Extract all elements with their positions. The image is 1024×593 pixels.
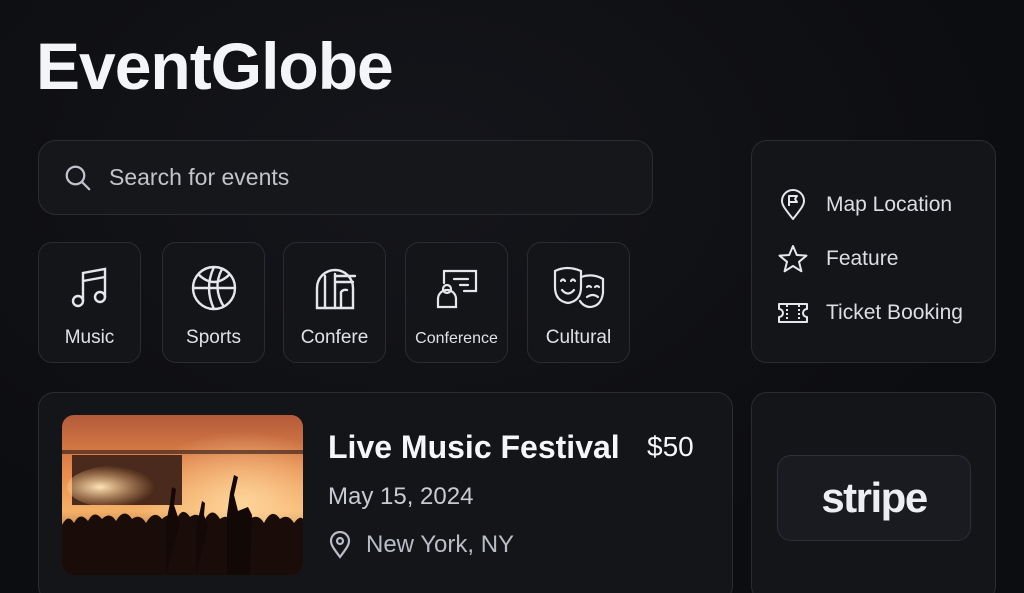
category-sports[interactable]: Sports: [162, 242, 265, 363]
ticket-icon: [778, 303, 808, 323]
music-note-icon: [64, 263, 116, 313]
category-label: Conference: [415, 330, 498, 347]
menu-item-label: Map Location: [826, 193, 953, 216]
category-cultural[interactable]: Cultural: [527, 242, 630, 363]
star-icon: [778, 245, 808, 273]
category-confere[interactable]: Confere: [283, 242, 386, 363]
search-input[interactable]: [109, 164, 609, 191]
conference-building-icon: [309, 263, 361, 313]
category-label: Confere: [300, 327, 369, 348]
payment-card: stripe: [751, 392, 996, 593]
app-title: EventGlobe: [36, 29, 394, 103]
menu-item-label: Ticket Booking: [826, 301, 963, 324]
map-pin-icon: [781, 189, 805, 220]
theater-masks-icon: [553, 263, 605, 313]
event-location: New York, NY: [328, 531, 514, 559]
event-title: Live Music Festival: [328, 429, 620, 465]
event-price: $50: [647, 431, 694, 462]
event-location-text: New York, NY: [366, 531, 515, 558]
stripe-logo: stripe: [821, 474, 928, 521]
category-music[interactable]: Music: [38, 242, 141, 363]
app-root: EventGlobe Music Sports: [0, 0, 1024, 593]
category-conference[interactable]: Conference: [405, 242, 508, 363]
event-date: May 15, 2024: [328, 483, 474, 510]
search-icon: [65, 165, 91, 190]
basketball-icon: [188, 263, 240, 313]
location-pin-icon: [329, 531, 351, 559]
stripe-button[interactable]: stripe: [777, 455, 971, 541]
menu-item-ticket-booking[interactable]: Ticket Booking: [752, 279, 995, 347]
presentation-board-icon: [431, 263, 483, 313]
category-label: Music: [64, 327, 115, 348]
search-bar[interactable]: [38, 140, 653, 215]
event-image: [62, 415, 303, 575]
category-label: Cultural: [545, 327, 612, 348]
menu-item-label: Feature: [826, 247, 899, 270]
event-card[interactable]: Live Music Festival $50 May 15, 2024 New…: [38, 392, 733, 593]
category-label: Sports: [186, 327, 241, 348]
side-menu: Map Location Feature Ticket Booking: [751, 140, 996, 363]
